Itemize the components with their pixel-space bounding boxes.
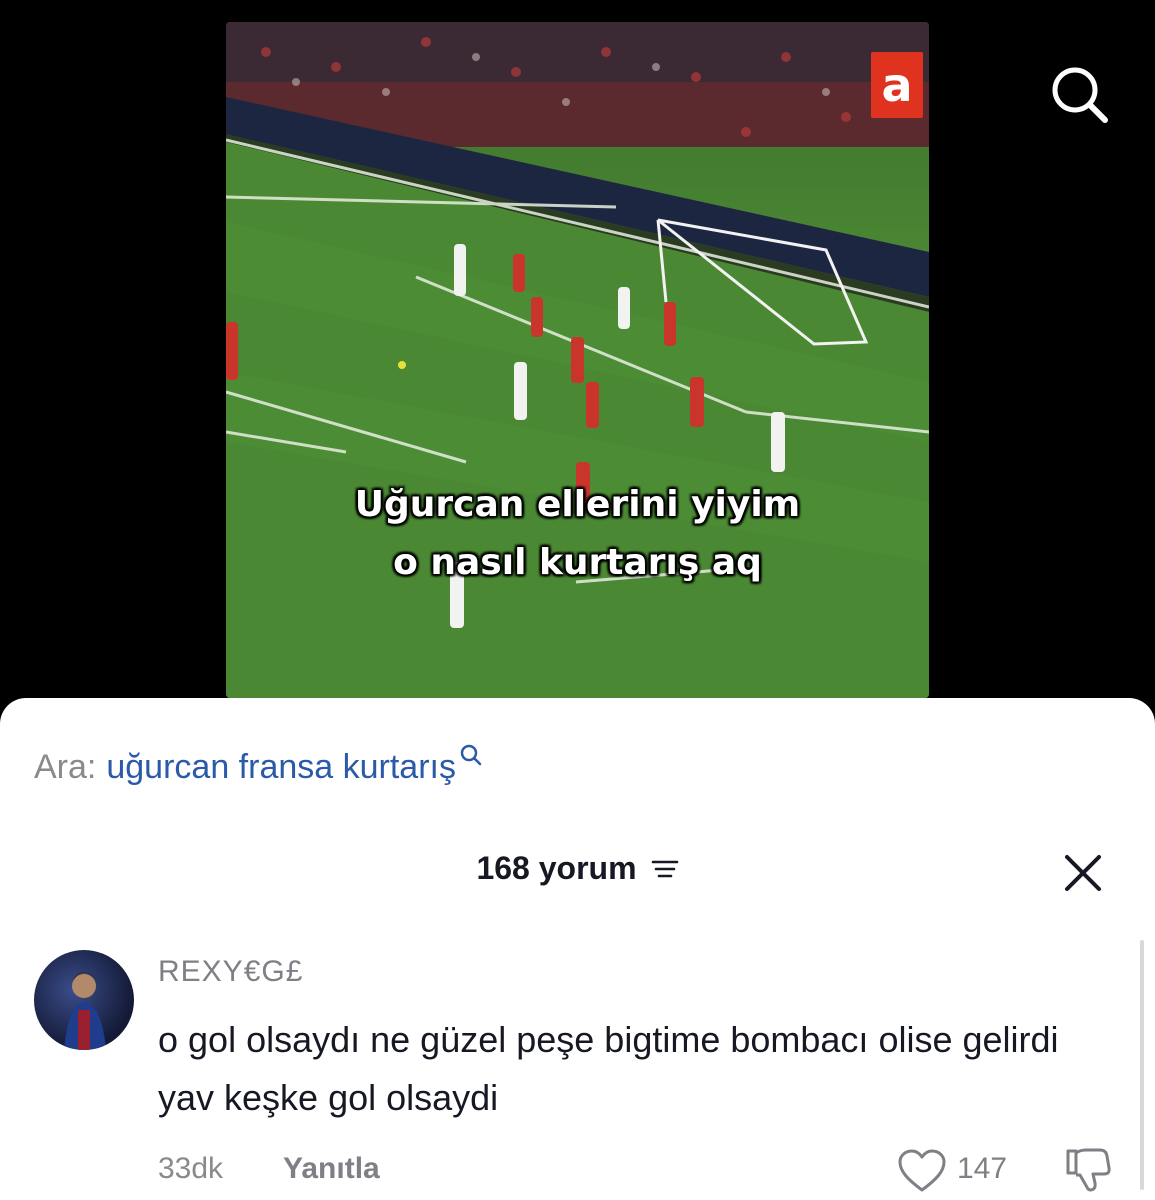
video-player[interactable]: a Uğurcan ellerini yiyim o nasıl kurtarı… — [226, 22, 929, 698]
avatar-image — [64, 972, 106, 1050]
comments-sort-button[interactable]: 168 yorum — [476, 850, 678, 887]
like-count: 147 — [957, 1152, 1008, 1185]
comment-username[interactable]: REXY€G£ — [158, 955, 303, 989]
top-search-button[interactable] — [1040, 55, 1120, 135]
search-suggestion-prefix: Ara: — [34, 748, 97, 786]
video-caption-line-2: o nasıl kurtarış aq — [393, 542, 762, 583]
video-frame — [226, 22, 929, 698]
comments-count: 168 yorum — [476, 850, 637, 886]
search-suggestion-query[interactable]: uğurcan fransa kurtarış — [106, 748, 456, 787]
avatar[interactable] — [34, 950, 134, 1050]
dislike-button[interactable] — [1062, 1145, 1112, 1195]
thumbs-down-icon — [1066, 1148, 1111, 1192]
comments-scrollbar[interactable] — [1140, 940, 1144, 1190]
reply-button[interactable]: Yanıtla — [283, 1152, 380, 1186]
comment-text: o gol olsaydı ne güzel peşe bigtime bomb… — [158, 1019, 1059, 1118]
filter-icon — [651, 860, 678, 877]
search-suggestion[interactable]: Ara: uğurcan fransa kurtarış — [34, 744, 484, 787]
comments-header: 168 yorum — [0, 850, 1155, 887]
video-caption-line-1: Uğurcan ellerini yiyim — [354, 484, 801, 525]
channel-logo: a — [871, 52, 923, 118]
like-button[interactable] — [897, 1148, 947, 1194]
comment-timestamp: 33dk — [158, 1152, 224, 1185]
close-comments-button[interactable] — [1060, 850, 1106, 896]
search-icon — [460, 744, 482, 766]
heart-icon — [898, 1149, 946, 1192]
search-icon — [1052, 67, 1108, 123]
close-icon — [1065, 855, 1101, 891]
